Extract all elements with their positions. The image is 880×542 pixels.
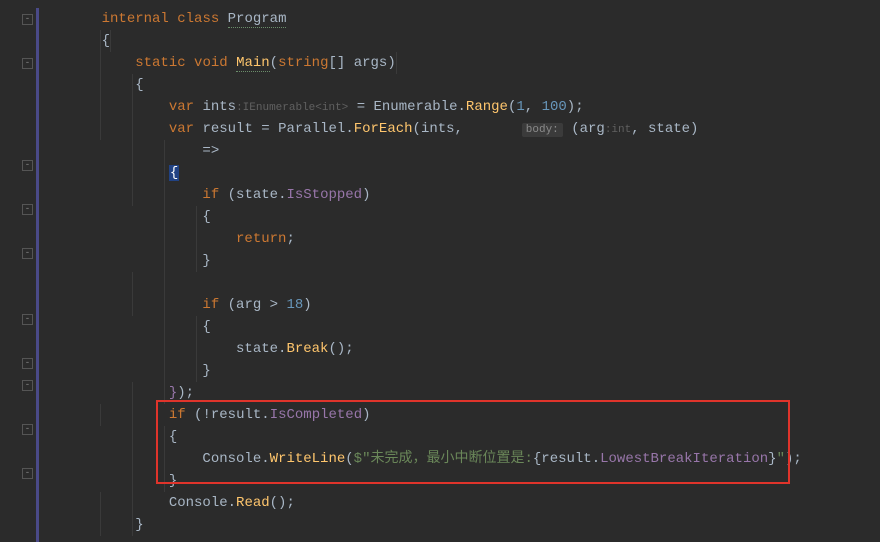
code-line: } — [38, 514, 880, 536]
code-line — [38, 272, 880, 294]
code-editor[interactable]: internal class Program { static void Mai… — [36, 0, 880, 542]
fold-marker[interactable]: - — [22, 380, 33, 391]
caret-brace: { — [169, 165, 179, 181]
fold-marker[interactable]: - — [22, 358, 33, 369]
code-line: var result = Parallel.ForEach(ints, body… — [38, 118, 880, 140]
code-line: { — [38, 30, 880, 52]
fold-marker[interactable]: - — [22, 204, 33, 215]
fold-marker[interactable]: - — [22, 468, 33, 479]
code-line: { — [38, 162, 880, 184]
code-line: return; — [38, 228, 880, 250]
fold-marker[interactable]: - — [22, 160, 33, 171]
code-line: if (state.IsStopped) — [38, 184, 880, 206]
code-line: state.Break(); — [38, 338, 880, 360]
code-line: { — [38, 426, 880, 448]
code-line: { — [38, 316, 880, 338]
code-line: }); — [38, 382, 880, 404]
fold-marker[interactable]: - — [22, 314, 33, 325]
code-line: if (!result.IsCompleted) — [38, 404, 880, 426]
fold-marker[interactable]: - — [22, 424, 33, 435]
code-line: { — [38, 74, 880, 96]
fold-marker[interactable]: - — [22, 58, 33, 69]
code-line: Console.Read(); — [38, 492, 880, 514]
fold-marker[interactable]: - — [22, 14, 33, 25]
code-line: } — [38, 250, 880, 272]
code-line: } — [38, 360, 880, 382]
code-line: static void Main(string[] args) — [38, 52, 880, 74]
code-line: var ints:IEnumerable<int> = Enumerable.R… — [38, 96, 880, 118]
code-line: { — [38, 206, 880, 228]
fold-marker[interactable]: - — [22, 248, 33, 259]
code-line: Console.WriteLine($"未完成，最小中断位置是:{result.… — [38, 448, 880, 470]
code-line: } — [38, 470, 880, 492]
code-line: if (arg > 18) — [38, 294, 880, 316]
editor-gutter: - - - - - - - - - - — [0, 0, 36, 542]
code-line: => — [38, 140, 880, 162]
code-line: internal class Program — [38, 8, 880, 30]
parameter-hint: body: — [522, 123, 563, 137]
